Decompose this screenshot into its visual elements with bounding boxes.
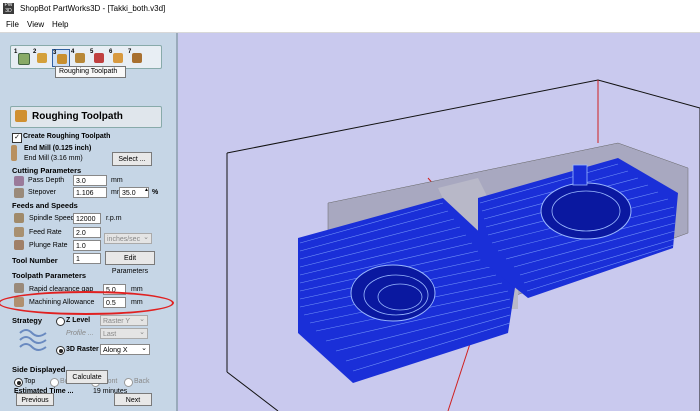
feed-unit-select[interactable]: inches/sec xyxy=(104,232,152,244)
tool-number-input[interactable]: 1 xyxy=(73,253,101,264)
cutout-toolpath-icon xyxy=(94,53,104,63)
toolbar-button-7[interactable]: 7 xyxy=(128,49,144,65)
calculate-button[interactable]: Calculate xyxy=(66,370,108,384)
section-title: Roughing Toolpath xyxy=(32,111,123,122)
window-title: ShopBot PartWorks3D - [Takki_both.v3d] xyxy=(20,4,166,13)
plunge-rate-input[interactable]: 1.0 xyxy=(73,240,101,251)
zlevel-label: Z Level xyxy=(66,317,91,324)
toolbar-button-2[interactable]: 2 xyxy=(33,49,49,65)
zlevel-select[interactable]: Raster Y xyxy=(100,314,148,326)
toolbar-button-5[interactable]: 5 xyxy=(90,49,106,65)
feed-rate-label: Feed Rate xyxy=(29,229,62,236)
spindle-icon xyxy=(14,213,24,223)
side-displayed-heading: Side Displayed ... xyxy=(12,365,74,374)
app-icon: PW 3D xyxy=(3,2,14,14)
edit-parameters-button[interactable]: Edit Parameters xyxy=(105,251,155,275)
stepover-icon xyxy=(14,188,24,198)
toolpath-params-heading: Toolpath Parameters xyxy=(12,271,87,280)
toolbar-num-3: 3 xyxy=(53,50,57,56)
toolbar-num-5: 5 xyxy=(90,49,94,55)
side-back-label: Back xyxy=(134,378,150,385)
feeds-heading: Feeds and Speeds xyxy=(12,201,78,210)
section-header: Roughing Toolpath xyxy=(10,106,162,128)
toolbar-num-1: 1 xyxy=(14,49,18,55)
tool-name: End Mill (0.125 inch) xyxy=(24,145,92,152)
roughing-section-icon xyxy=(15,110,27,122)
select-tool-button[interactable]: Select ... xyxy=(112,152,152,166)
plunge-rate-icon xyxy=(14,240,24,250)
pass-depth-icon xyxy=(14,176,24,186)
spindle-label: Spindle Speed xyxy=(29,215,75,222)
cutting-params-heading: Cutting Parameters xyxy=(12,166,82,175)
feed-rate-input[interactable]: 2.0 xyxy=(73,227,101,238)
pass-depth-input[interactable]: 3.0 xyxy=(73,175,107,186)
menu-view[interactable]: View xyxy=(27,20,44,29)
pass-depth-unit: mm xyxy=(111,177,123,184)
toolbar-num-6: 6 xyxy=(109,49,113,55)
spindle-unit: r.p.m xyxy=(106,215,122,222)
profile-label: Profile ... xyxy=(66,330,94,337)
roughing-toolpath-icon xyxy=(57,54,67,64)
save-toolpath-icon xyxy=(132,53,142,63)
create-toolpath-label: Create Roughing Toolpath xyxy=(23,133,111,140)
preview-icon xyxy=(113,53,123,63)
toolbar-num-7: 7 xyxy=(128,49,132,55)
previous-button[interactable]: Previous xyxy=(16,393,54,406)
pass-depth-label: Pass Depth xyxy=(28,177,65,184)
toolpath-preview[interactable] xyxy=(178,33,700,411)
toolbar-button-6[interactable]: 6 xyxy=(109,49,125,65)
end-mill-icon xyxy=(11,145,17,161)
feed-rate-icon xyxy=(14,227,24,237)
side-bottom-radio[interactable] xyxy=(50,378,59,387)
toolbar-button-4[interactable]: 4 xyxy=(71,49,87,65)
side-top-radio[interactable] xyxy=(14,378,23,387)
strategy-icon xyxy=(19,329,47,351)
create-toolpath-checkbox[interactable]: ✓ xyxy=(12,133,22,143)
strategy-label: Strategy xyxy=(12,316,43,325)
stepover-label: Stepover xyxy=(28,189,57,196)
menu-file[interactable]: File xyxy=(6,20,19,29)
finishing-toolpath-icon xyxy=(75,53,85,63)
title-bar: PW 3D ShopBot PartWorks3D - [Takki_both.v… xyxy=(0,0,700,18)
material-setup-icon xyxy=(18,53,30,65)
percent-sign: % xyxy=(152,189,159,196)
tool-number-label: Tool Number xyxy=(12,256,58,265)
raster3d-radio[interactable] xyxy=(56,346,65,355)
toolpath-panel: 1 2 3 4 5 6 7 Roughing Toolpath Roughing… xyxy=(0,33,176,411)
model-icon xyxy=(37,53,47,63)
side-top-label: Top xyxy=(24,378,36,385)
zlevel-radio[interactable] xyxy=(56,317,65,326)
tooltip: Roughing Toolpath xyxy=(55,66,126,78)
profile-select[interactable]: Last xyxy=(100,327,148,339)
highlight-ellipse xyxy=(0,291,174,315)
tool-description: End Mill (3.16 mm) xyxy=(24,155,83,162)
stepover-spinner-icon[interactable]: ▲ xyxy=(144,187,149,193)
menu-bar: File View Help xyxy=(0,18,700,33)
plunge-rate-label: Plunge Rate xyxy=(29,242,68,249)
3d-viewport[interactable] xyxy=(178,33,700,411)
spindle-input[interactable]: 12000 xyxy=(73,213,101,224)
next-button[interactable]: Next xyxy=(114,393,152,406)
raster3d-select[interactable]: Along X xyxy=(100,343,150,355)
raster3d-label: 3D Raster xyxy=(66,346,99,353)
toolbar-num-4: 4 xyxy=(71,49,75,55)
side-back-radio[interactable] xyxy=(124,378,133,387)
rapid-clearance-icon xyxy=(14,283,24,293)
menu-help[interactable]: Help xyxy=(52,20,68,29)
toolbar-button-1[interactable]: 1 xyxy=(14,49,30,65)
stepover-input[interactable]: 1.106 xyxy=(73,187,107,198)
toolbar-num-2: 2 xyxy=(33,49,37,55)
toolbar-button-3[interactable]: 3 xyxy=(52,49,70,67)
